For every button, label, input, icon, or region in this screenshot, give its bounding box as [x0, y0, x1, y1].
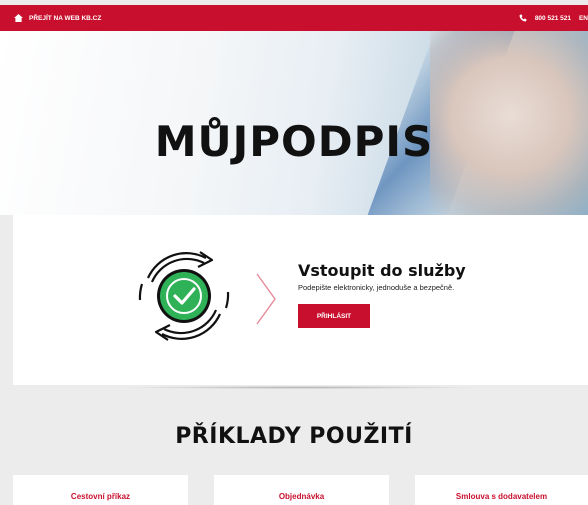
- hero-title: MŮJPODPIS: [154, 117, 434, 166]
- home-icon: [14, 14, 23, 22]
- language-switch[interactable]: EN: [579, 15, 588, 22]
- example-card-label: Smlouva s dodavatelem: [455, 492, 548, 501]
- top-bar: PŘEJÍT NA WEB KB.CZ 800 521 521 EN: [0, 5, 588, 31]
- sync-check-icon: [138, 251, 230, 341]
- example-card-supplier-contract[interactable]: Smlouva s dodavatelem: [415, 475, 588, 505]
- login-subtitle: Podepište elektronicky, jednoduše a bezp…: [298, 283, 455, 292]
- example-card-label: Cestovní příkaz: [70, 492, 131, 501]
- go-to-kb-label: PŘEJÍT NA WEB KB.CZ: [29, 14, 102, 22]
- chevron-right-icon: [256, 273, 276, 325]
- example-card-travel-order[interactable]: Cestovní příkaz: [13, 475, 188, 505]
- login-button[interactable]: PŘIHLÁSIT: [298, 304, 370, 328]
- example-card-label: Objednávka: [278, 492, 325, 501]
- card-shadow: [120, 386, 480, 389]
- login-card: [13, 215, 588, 385]
- examples-title: PŘÍKLADY POUŽITÍ: [175, 424, 413, 449]
- top-bar-right: 800 521 521 EN: [519, 14, 588, 22]
- go-to-kb-link[interactable]: PŘEJÍT NA WEB KB.CZ: [14, 14, 101, 22]
- example-card-order[interactable]: Objednávka: [214, 475, 389, 505]
- phone-icon: [519, 14, 527, 22]
- phone-number-link[interactable]: 800 521 521: [535, 15, 571, 22]
- login-title: Vstoupit do služby: [298, 261, 466, 280]
